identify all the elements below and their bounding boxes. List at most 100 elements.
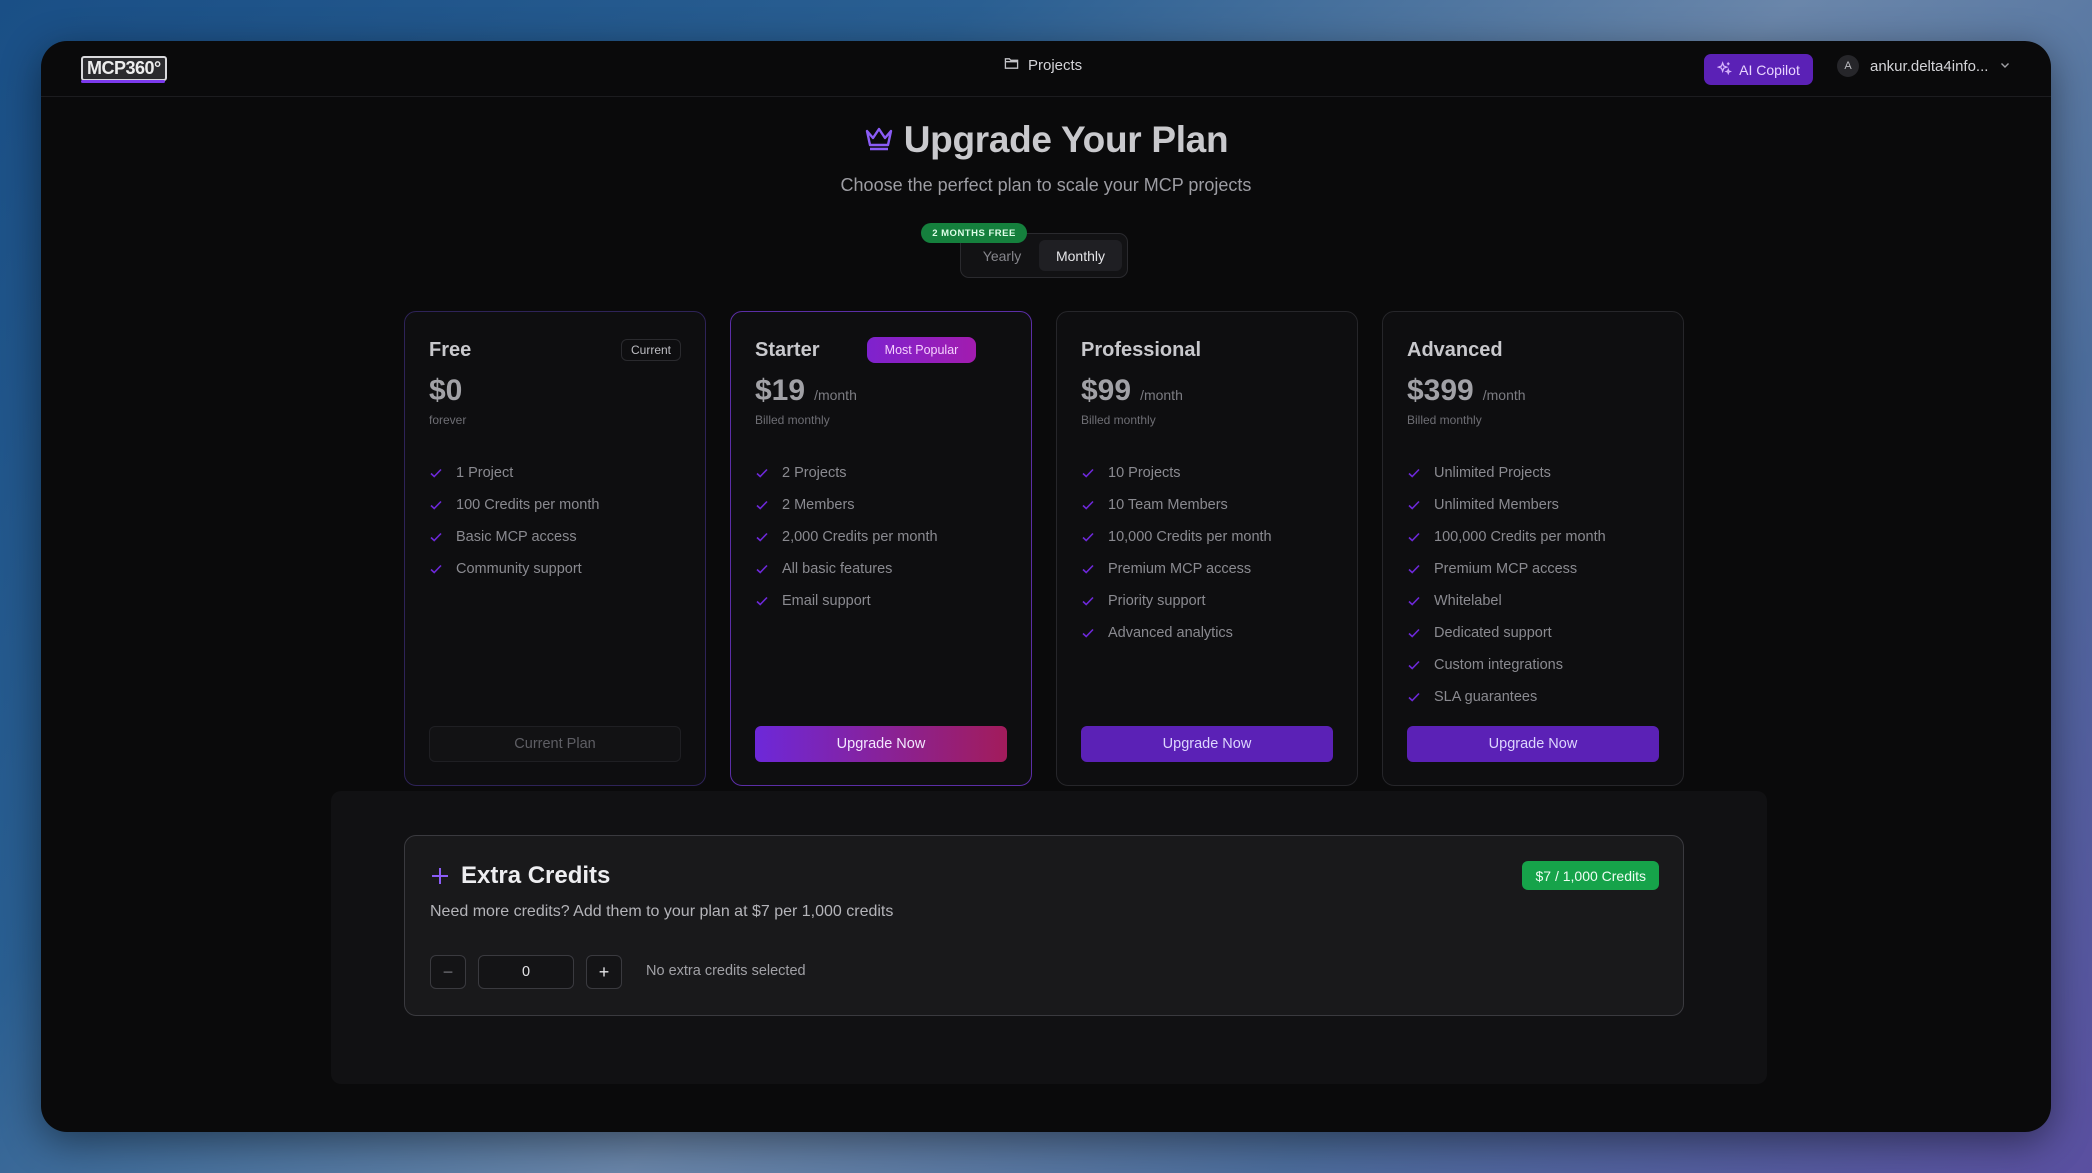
feature-item: Basic MCP access: [429, 521, 599, 553]
check-icon: [1082, 596, 1094, 606]
plan-price: $99 /month: [1081, 374, 1183, 408]
crown-icon: [864, 125, 894, 156]
page-title-row: Upgrade Your Plan: [41, 119, 2051, 161]
user-name: ankur.delta4info...: [1870, 57, 1989, 75]
feature-item: Advanced analytics: [1081, 617, 1272, 649]
price-period: /month: [814, 387, 857, 403]
plan-name: Professional: [1081, 339, 1202, 361]
check-icon: [1082, 564, 1094, 574]
feature-list: 2 Projects 2 Members 2,000 Credits per m…: [755, 457, 938, 617]
toggle-monthly[interactable]: Monthly: [1039, 240, 1122, 271]
feature-item: Dedicated support: [1407, 617, 1606, 649]
check-icon: [756, 468, 768, 478]
check-icon: [1408, 628, 1420, 638]
check-icon: [430, 468, 442, 478]
feature-item: Priority support: [1081, 585, 1272, 617]
increase-credits-button[interactable]: +: [586, 955, 622, 989]
feature-item: Community support: [429, 553, 599, 585]
ai-copilot-button[interactable]: AI Copilot: [1704, 54, 1813, 85]
billing-note: Billed monthly: [1407, 413, 1482, 427]
check-icon: [756, 596, 768, 606]
check-icon: [1408, 692, 1420, 702]
months-free-badge: 2 MONTHS FREE: [921, 223, 1027, 243]
page-title: Upgrade Your Plan: [903, 119, 1229, 160]
feature-item: Email support: [755, 585, 938, 617]
feature-item: All basic features: [755, 553, 938, 585]
feature-item: Whitelabel: [1407, 585, 1606, 617]
extra-credits-title: Extra Credits: [461, 862, 611, 889]
check-icon: [1408, 468, 1420, 478]
plan-name: Free: [429, 339, 472, 361]
feature-item: Custom integrations: [1407, 649, 1606, 681]
app-window: MCP360° Projects AI Copilot A ankur.delt…: [41, 41, 2051, 1132]
extra-credits-description: Need more credits? Add them to your plan…: [430, 903, 894, 920]
check-icon: [430, 532, 442, 542]
plan-name: Starter: [755, 339, 820, 361]
plan-card-advanced: Advanced $399 /month Billed monthly Unli…: [1382, 311, 1684, 786]
check-icon: [1408, 660, 1420, 670]
nav-projects-link[interactable]: Projects: [1004, 56, 1082, 74]
extra-credits-card: Extra Credits $7 / 1,000 Credits Need mo…: [404, 835, 1684, 1016]
feature-item: 10,000 Credits per month: [1081, 521, 1272, 553]
price-amount: $399: [1407, 374, 1474, 407]
feature-item: Premium MCP access: [1081, 553, 1272, 585]
current-plan-button[interactable]: Current Plan: [429, 726, 681, 762]
feature-item: 100 Credits per month: [429, 489, 599, 521]
check-icon: [1082, 532, 1094, 542]
billing-note: Billed monthly: [755, 413, 830, 427]
price-period: /month: [1140, 387, 1183, 403]
page-subtitle: Choose the perfect plan to scale your MC…: [840, 175, 1252, 195]
plan-price: $399 /month: [1407, 374, 1526, 408]
feature-item: 1 Project: [429, 457, 599, 489]
current-badge: Current: [620, 339, 681, 361]
chevron-down-icon: [1999, 58, 2011, 75]
billing-note: Billed monthly: [1081, 413, 1156, 427]
feature-item: 2 Members: [755, 489, 938, 521]
feature-list: Unlimited Projects Unlimited Members 100…: [1407, 457, 1606, 713]
logo-underline: [81, 80, 165, 83]
nav-projects-label: Projects: [1028, 56, 1083, 74]
toggle-yearly[interactable]: Yearly: [967, 240, 1037, 271]
check-icon: [430, 500, 442, 510]
billing-note: forever: [429, 413, 467, 427]
upgrade-professional-button[interactable]: Upgrade Now: [1081, 726, 1333, 762]
check-icon: [1082, 500, 1094, 510]
plan-card-free: Free Current $0 forever 1 Project 100 Cr…: [404, 311, 706, 786]
decrease-credits-button[interactable]: −: [430, 955, 466, 989]
check-icon: [1408, 596, 1420, 606]
feature-item: 10 Team Members: [1081, 489, 1272, 521]
feature-item: Unlimited Projects: [1407, 457, 1606, 489]
price-amount: $19: [755, 374, 806, 407]
feature-item: 100,000 Credits per month: [1407, 521, 1606, 553]
most-popular-badge: Most Popular: [867, 337, 976, 363]
check-icon: [1408, 532, 1420, 542]
plus-icon: [430, 866, 450, 891]
check-icon: [1408, 564, 1420, 574]
feature-item: 2,000 Credits per month: [755, 521, 938, 553]
sparkles-icon: [1716, 60, 1733, 79]
top-navbar: MCP360° Projects AI Copilot A ankur.delt…: [41, 41, 2051, 97]
upgrade-advanced-button[interactable]: Upgrade Now: [1407, 726, 1659, 762]
credits-status-text: No extra credits selected: [646, 963, 806, 979]
check-icon: [756, 532, 768, 542]
plan-name: Advanced: [1407, 339, 1503, 361]
check-icon: [756, 564, 768, 574]
feature-item: 2 Projects: [755, 457, 938, 489]
price-amount: $99: [1081, 374, 1132, 407]
check-icon: [1082, 628, 1094, 638]
feature-item: Premium MCP access: [1407, 553, 1606, 585]
plan-card-starter: Starter $19 /month Billed monthly 2 Proj…: [730, 311, 1032, 786]
mcp360-logo[interactable]: MCP360°: [81, 56, 167, 81]
credits-price-badge: $7 / 1,000 Credits: [1522, 861, 1659, 890]
check-icon: [1408, 500, 1420, 510]
feature-list: 1 Project 100 Credits per month Basic MC…: [429, 457, 599, 585]
upgrade-starter-button[interactable]: Upgrade Now: [755, 726, 1007, 762]
folder-icon: [1004, 56, 1019, 74]
check-icon: [1082, 468, 1094, 478]
avatar: A: [1837, 55, 1859, 77]
plan-card-professional: Professional $99 /month Billed monthly 1…: [1056, 311, 1358, 786]
credits-quantity-input[interactable]: [478, 955, 574, 989]
feature-item: 10 Projects: [1081, 457, 1272, 489]
feature-item: Unlimited Members: [1407, 489, 1606, 521]
user-menu[interactable]: A ankur.delta4info...: [1837, 55, 2011, 77]
